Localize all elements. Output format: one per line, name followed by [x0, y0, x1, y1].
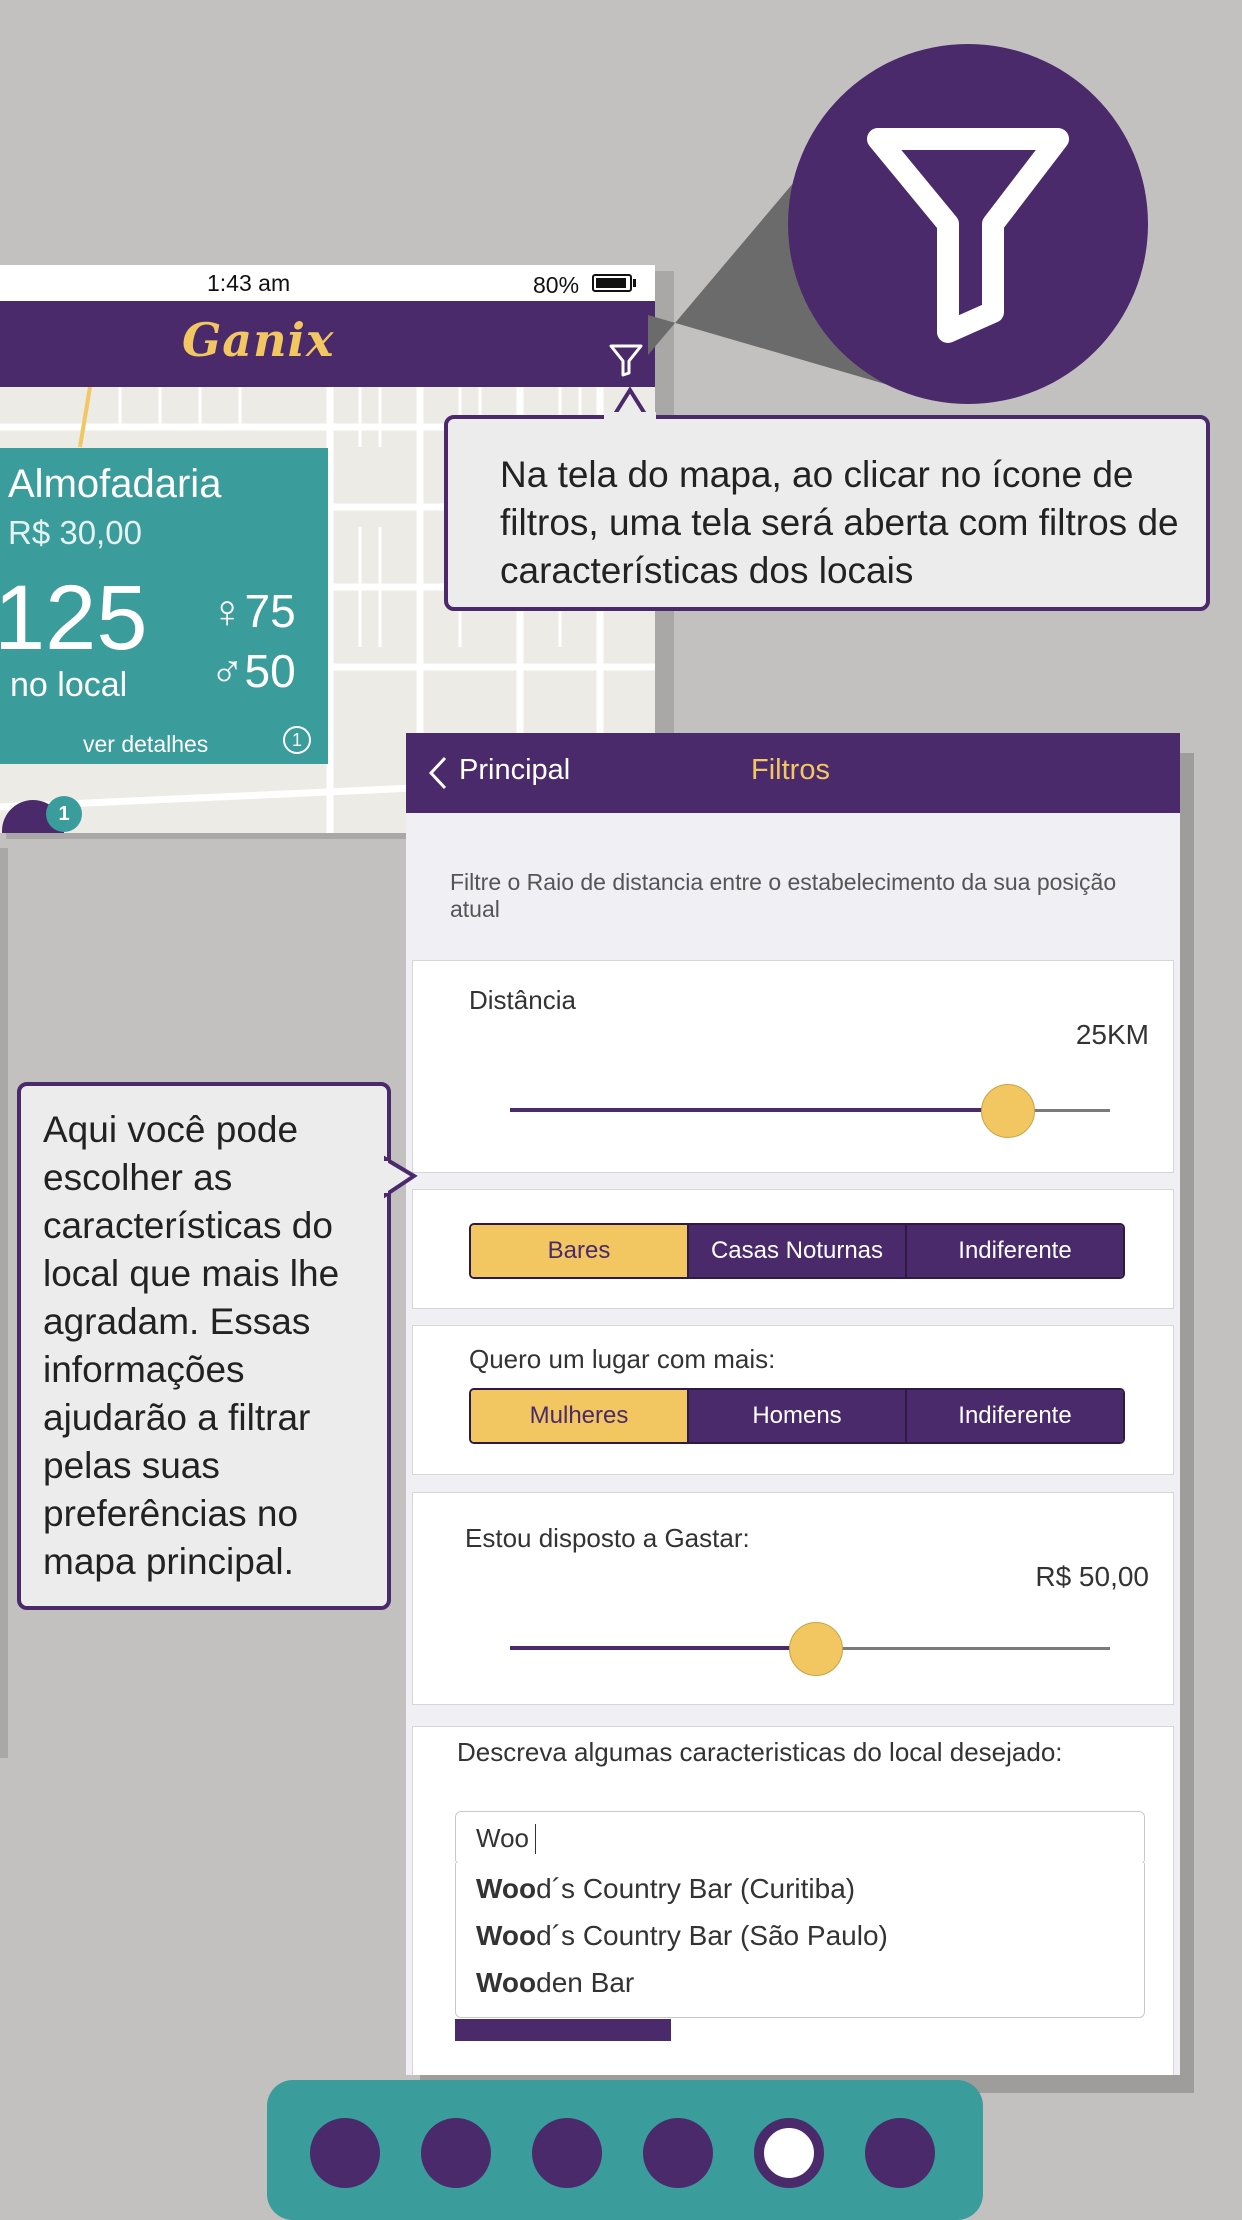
- map-pin-badge: 1: [46, 796, 82, 832]
- segment-casas-noturnas[interactable]: Casas Noturnas: [687, 1225, 905, 1277]
- suggestion-rest: d´s Country Bar (São Paulo): [536, 1920, 888, 1951]
- suggestion-rest: d´s Country Bar (Curitiba): [536, 1873, 856, 1904]
- crowd-label: Quero um lugar com mais:: [469, 1344, 776, 1374]
- distance-slider[interactable]: [510, 1081, 1110, 1141]
- spend-section: Estou disposto a Gastar: R$ 50,00: [412, 1492, 1174, 1705]
- distance-hint: Filtre o Raio de distancia entre o estab…: [450, 869, 1117, 922]
- slider-knob[interactable]: [789, 1622, 843, 1676]
- describe-section: Descreva algumas caracteristicas do loca…: [412, 1726, 1174, 2075]
- distance-value: 25KM: [1075, 1019, 1149, 1050]
- back-button[interactable]: Principal: [459, 754, 570, 787]
- autocomplete-item[interactable]: Wood´s Country Bar (Curitiba): [476, 1873, 855, 1905]
- characteristics-hint-callout: Aqui você pode escolher as característic…: [17, 1082, 391, 1610]
- spend-label: Estou disposto a Gastar:: [465, 1523, 750, 1553]
- page-dot[interactable]: [532, 2118, 602, 2188]
- filter-icon: [867, 128, 1069, 343]
- page-dot-active[interactable]: [754, 2118, 824, 2188]
- crowd-section: Quero um lugar com mais: Mulheres Homens…: [412, 1325, 1174, 1475]
- background-strip: [0, 848, 8, 1758]
- venue-type-segmented: Bares Casas Noturnas Indiferente: [469, 1223, 1125, 1279]
- segment-indiferente[interactable]: Indiferente: [905, 1225, 1123, 1277]
- suggestion-match: Woo: [476, 1967, 537, 1998]
- describe-input-value: Woo: [476, 1823, 529, 1853]
- venue-price: R$ 30,00: [8, 514, 142, 551]
- venue-type-section: Bares Casas Noturnas Indiferente: [412, 1189, 1174, 1309]
- crowd-segmented: Mulheres Homens Indiferente: [469, 1388, 1125, 1444]
- filter-icon-magnified: [788, 44, 1148, 404]
- autocomplete-item[interactable]: Wooden Bar: [476, 1967, 634, 1999]
- filters-phone: Principal Filtros Filtre o Raio de dista…: [406, 733, 1180, 2075]
- filter-hint-text: Na tela do mapa, ao clicar no ícone de f…: [500, 454, 1179, 591]
- text-caret: [535, 1824, 536, 1854]
- slider-fill: [510, 1108, 1008, 1112]
- segment-mulheres[interactable]: Mulheres: [471, 1390, 687, 1442]
- filter-hint-callout: Na tela do mapa, ao clicar no ícone de f…: [444, 415, 1210, 611]
- info-badge[interactable]: 1: [283, 726, 311, 754]
- callout-pointer: [384, 1155, 418, 1199]
- describe-input[interactable]: Woo: [455, 1811, 1145, 1865]
- venue-male-count: ♂50: [210, 645, 296, 697]
- page-dot[interactable]: [643, 2118, 713, 2188]
- suggestion-match: Woo: [476, 1920, 537, 1951]
- segment-indiferente[interactable]: Indiferente: [905, 1390, 1123, 1442]
- page-title: Filtros: [751, 754, 830, 786]
- segment-bares[interactable]: Bares: [471, 1225, 687, 1277]
- venue-name: Almofadaria: [8, 462, 222, 506]
- venue-female-count: ♀75: [210, 585, 296, 637]
- segment-homens[interactable]: Homens: [687, 1390, 905, 1442]
- venue-count: 125: [0, 567, 148, 669]
- autocomplete-list: Wood´s Country Bar (Curitiba) Wood´s Cou…: [455, 1863, 1145, 2018]
- page-dot[interactable]: [421, 2118, 491, 2188]
- page-dot[interactable]: [865, 2118, 935, 2188]
- search-button-partial[interactable]: [455, 2019, 671, 2041]
- spend-value: R$ 50,00: [1035, 1561, 1149, 1592]
- venue-count-label: no local: [10, 666, 128, 704]
- slider-knob[interactable]: [981, 1084, 1035, 1138]
- describe-label: Descreva algumas caracteristicas do loca…: [457, 1737, 1063, 1767]
- suggestion-rest: den Bar: [536, 1967, 635, 1998]
- autocomplete-item[interactable]: Wood´s Country Bar (São Paulo): [476, 1920, 888, 1952]
- spend-slider[interactable]: [510, 1619, 1110, 1679]
- venue-card[interactable]: Almofadaria R$ 30,00 125 no local ♀75 ♂5…: [0, 448, 328, 764]
- callout-pointer-join: [604, 412, 656, 420]
- distance-label: Distância: [469, 985, 576, 1015]
- page-dot[interactable]: [310, 2118, 380, 2188]
- details-link[interactable]: ver detalhes: [83, 731, 208, 758]
- filters-navbar: Principal Filtros: [406, 733, 1180, 813]
- chevron-left-icon[interactable]: [428, 755, 448, 791]
- distance-section: Distância 25KM: [412, 960, 1174, 1173]
- slider-fill: [510, 1646, 816, 1650]
- characteristics-hint-text: Aqui você pode escolher as característic…: [43, 1109, 340, 1582]
- suggestion-match: Woo: [476, 1873, 537, 1904]
